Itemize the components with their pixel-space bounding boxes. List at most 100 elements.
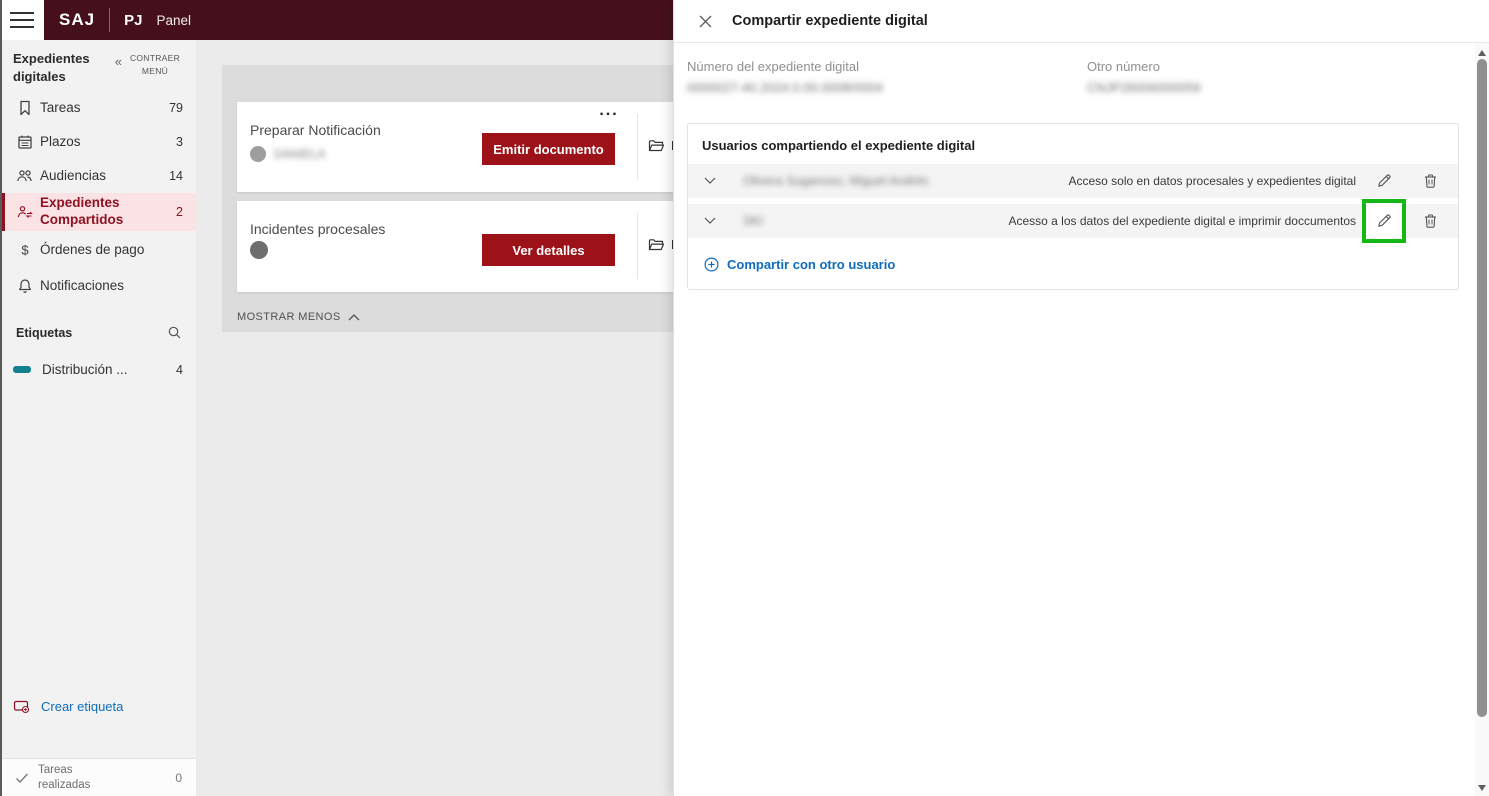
drawer-header: Compartir expediente digital [674,0,1489,43]
footer-count: 0 [175,770,182,785]
people-icon [10,168,40,184]
collapse-menu-button[interactable]: « CONTRAER MENÚ [115,52,184,85]
chevron-down-icon[interactable] [704,217,717,225]
card-title: Incidentes procesales [250,221,386,237]
chevron-up-icon [348,313,360,321]
user-row[interactable]: SKI Acesso a los datos del expediente di… [688,199,1458,243]
sidebar-footer-tareas-realizadas[interactable]: Tareas realizadas 0 [0,758,196,796]
folder-icon [648,237,665,252]
tag-count: 4 [176,362,183,377]
footer-label: Tareas realizadas [38,763,91,791]
svg-text:$: $ [21,243,29,258]
field-value-redacted: 0000027-40.2024.0.00.0008/0004 [687,80,883,95]
app-abbreviation: PJ [124,11,143,29]
bookmark-icon [10,100,40,116]
sidebar-item-label: Órdenes de pago [40,241,145,257]
sidebar-item-count: 14 [169,169,183,184]
sidebar-item-count: 2 [176,205,183,220]
tag-color-pill [13,366,31,374]
ver-detalles-button[interactable]: Ver detalles [482,234,615,266]
edit-pencil-icon[interactable] [1362,164,1406,198]
sidebar-item-notificaciones[interactable]: Notificaciones [0,269,196,303]
users-section-title: Usuarios compartiendo el expediente digi… [702,138,976,153]
expediente-link[interactable]: E [648,138,673,153]
delete-trash-icon[interactable] [1412,204,1448,238]
sidebar-item-plazos[interactable]: Plazos 3 [0,125,196,159]
users-sharing-card: Usuarios compartiendo el expediente digi… [687,123,1459,290]
highlighted-edit-pencil-icon[interactable] [1362,199,1406,243]
sidebar-item-ordenes-de-pago[interactable]: $ Órdenes de pago [0,231,196,269]
user-name-redacted: SKI [743,214,764,228]
hamburger-icon [10,7,34,33]
show-less-button[interactable]: MOSTRAR MENOS [237,311,360,323]
user-row[interactable]: Olivera Suganoso, Miguel Andrés Acceso s… [688,164,1458,198]
avatar [250,241,268,259]
task-card-incidentes-procesales: Incidentes procesales Ver detalles E [237,201,673,292]
card-divider [637,114,638,180]
create-tag-label: Crear etiqueta [41,698,124,714]
sidebar-item-count: 79 [169,101,183,116]
drawer-scrollbar[interactable] [1475,43,1489,796]
window-edge [0,0,2,796]
drawer-title: Compartir expediente digital [732,13,928,29]
tags-section-title: Etiquetas [16,325,73,340]
bell-icon [10,278,40,294]
sidebar-title: Expedientes digitales [13,51,90,84]
sidebar-item-label: Tareas [40,99,81,115]
plus-circle-icon [704,257,719,272]
delete-trash-icon[interactable] [1412,164,1448,198]
field-label: Otro número [1087,59,1160,74]
expediente-link[interactable]: E [648,237,673,252]
sidebar-item-count: 3 [176,135,183,150]
dollar-icon: $ [10,242,40,258]
sidebar-item-label: Audiencias [40,167,107,183]
subject-name-redacted: DANIELA [274,147,326,161]
field-label: Número del expediente digital [687,59,859,74]
scroll-up-arrow-icon[interactable] [1478,50,1486,56]
close-icon[interactable] [697,13,713,29]
scrollbar-thumb[interactable] [1477,59,1487,717]
emitir-documento-button[interactable]: Emitir documento [482,133,615,165]
hamburger-button[interactable] [0,0,44,40]
card-title: Preparar Notificación [250,122,381,138]
field-otro-numero: Otro número CNJP26006000059 [1087,59,1200,95]
card-divider [637,213,638,279]
share-drawer: Compartir expediente digital Número del … [673,0,1489,796]
user-name-redacted: Olivera Suganoso, Miguel Andrés [743,174,929,188]
more-options-icon[interactable]: ... [589,103,629,119]
access-level-text: Acceso solo en datos procesales y expedi… [1068,174,1356,188]
main-content: Preparar Notificación DANIELA ... Emitir… [196,40,673,796]
tag-item-distribucion[interactable]: Distribución ... 4 [0,362,196,377]
create-tag-button[interactable]: Crear etiqueta [13,698,123,714]
access-level-text: Acesso a los datos del expediente digita… [1008,214,1356,228]
collapse-menu-label: CONTRAER MENÚ [129,53,181,76]
scroll-down-arrow-icon[interactable] [1478,785,1486,791]
topbar-divider [109,8,111,32]
sidebar-item-expedientes-compartidos[interactable]: Expedientes Compartidos 2 [0,193,196,232]
sidebar-item-tareas[interactable]: Tareas 79 [0,91,196,125]
sidebar: Expedientes digitales « CONTRAER MENÚ Ta… [0,40,196,796]
sidebar-item-label: Expedientes Compartidos [40,195,124,228]
task-card-preparar-notificacion: Preparar Notificación DANIELA ... Emitir… [237,102,673,192]
top-bar: SAJ PJ Panel [44,0,673,40]
double-chevron-left-icon: « [114,54,122,69]
sidebar-item-label: Plazos [40,133,81,149]
show-less-label: MOSTRAR MENOS [237,311,341,323]
person-share-icon [10,204,40,220]
folder-icon [648,138,665,153]
check-icon [14,770,30,786]
calendar-icon [10,134,40,150]
tag-label: Distribución ... [42,362,128,378]
task-cards-panel: Preparar Notificación DANIELA ... Emitir… [222,65,673,332]
chevron-down-icon[interactable] [704,177,717,185]
field-numero-expediente: Número del expediente digital 0000027-40… [687,59,883,95]
avatar [250,146,266,162]
sidebar-item-audiencias[interactable]: Audiencias 14 [0,159,196,193]
tag-plus-icon [13,698,31,714]
search-icon[interactable] [167,325,182,340]
field-value-redacted: CNJP26006000059 [1087,80,1201,95]
sidebar-item-label: Notificaciones [40,277,125,293]
topbar-page-title: Panel [156,12,191,28]
share-with-other-user-button[interactable]: Compartir con otro usuario [688,244,1458,289]
app-logo: SAJ [59,10,96,29]
